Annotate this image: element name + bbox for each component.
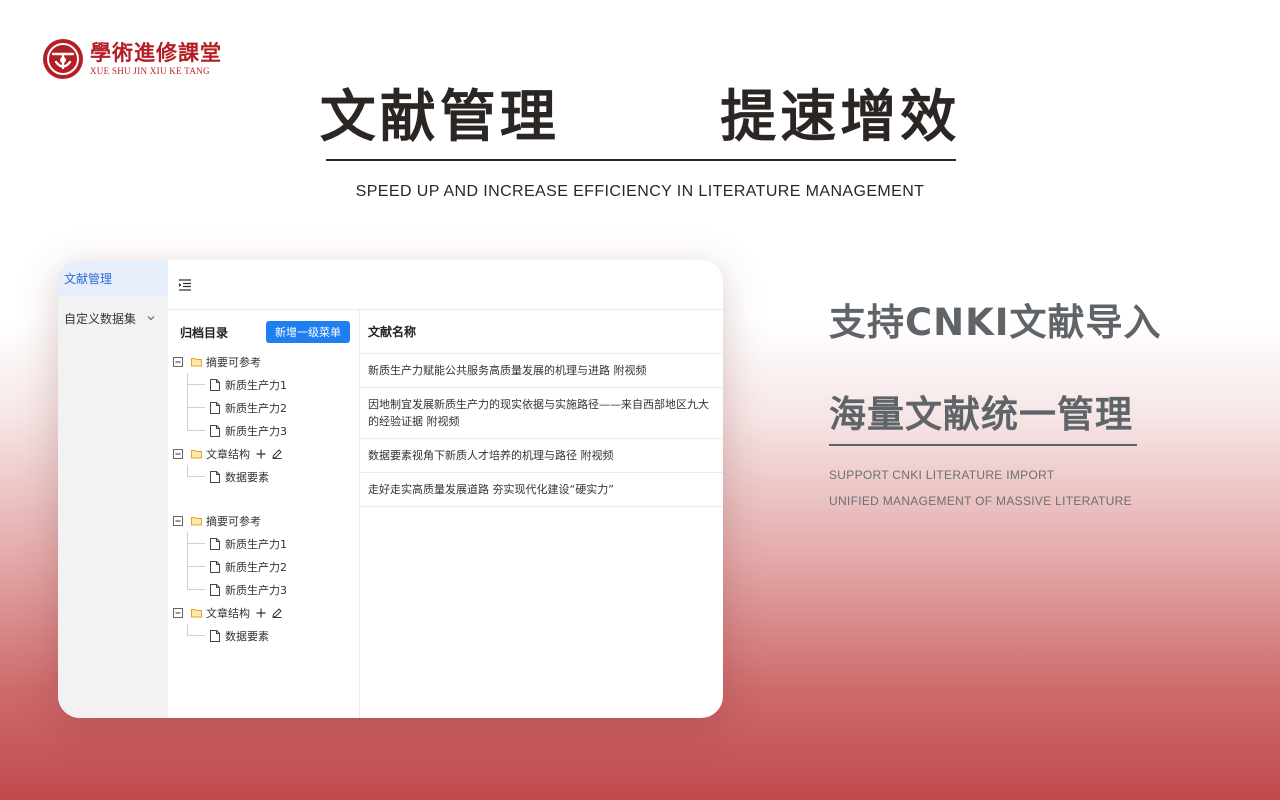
tree-node-label: 摘要可参考 (206, 514, 261, 528)
archive-tree-panel: 归档目录 新增一级菜单 摘要可参考 新质生产力1 新质生产力2 新质生产力3 文… (168, 310, 360, 718)
list-item-title: 走好走实高质量发展道路 夯实现代化建设“硬实力” (368, 483, 614, 496)
topbar (168, 260, 723, 310)
tree-node-folder[interactable]: 摘要可参考 (168, 350, 359, 373)
tree-title: 归档目录 (180, 326, 229, 340)
sidebar-item-label: 自定义数据集 (64, 311, 137, 326)
tree-node-folder[interactable]: 文章结构 (168, 601, 359, 624)
tree-node-file[interactable]: 新质生产力2 (168, 555, 359, 578)
plus-icon[interactable] (256, 608, 266, 618)
folder-open-icon (191, 516, 202, 525)
title-divider (326, 159, 956, 161)
file-icon (210, 401, 220, 414)
tree-node-label: 文章结构 (206, 606, 250, 620)
tree-children: 数据要素 (168, 624, 359, 647)
list-item-title: 新质生产力赋能公共服务高质量发展的机理与进路 附视频 (368, 364, 647, 377)
feature-caption-cnki-import: SUPPORT CNKI LITERATURE IMPORT (829, 468, 1055, 482)
minus-square-icon[interactable] (173, 356, 183, 367)
tree-node-label: 摘要可参考 (206, 355, 261, 369)
tree-node-label: 新质生产力2 (225, 401, 287, 415)
tree-node-label: 数据要素 (225, 629, 269, 643)
minus-square-icon[interactable] (173, 515, 183, 526)
tree-node-label: 数据要素 (225, 470, 269, 484)
list-item-title: 数据要素视角下新质人才培养的机理与路径 附视频 (368, 449, 614, 462)
folder-open-icon (191, 357, 202, 366)
feature-heading-cnki-import: 支持CNKI文献导入 (829, 301, 1162, 344)
tree-node-label: 新质生产力3 (225, 424, 287, 438)
list-item-title: 因地制宜发展新质生产力的现实依据与实施路径——来自西部地区九大 (368, 398, 709, 411)
file-icon (210, 583, 220, 596)
tree-children: 新质生产力1 新质生产力2 新质生产力3 (168, 373, 359, 442)
minus-square-icon[interactable] (173, 448, 183, 459)
tree-node-folder[interactable]: 摘要可参考 (168, 509, 359, 532)
list-item[interactable]: 因地制宜发展新质生产力的现实依据与实施路径——来自西部地区九大 的经验证据 附视… (360, 388, 723, 439)
tree-node-label: 新质生产力2 (225, 560, 287, 574)
app-window: 文献管理 自定义数据集 归档目录 新增一级菜单 摘要可参考 新质生产力1 新质生… (58, 260, 723, 718)
pencil-icon[interactable] (272, 448, 282, 459)
sidebar-item-literature-management[interactable]: 文献管理 (58, 260, 168, 296)
tree-node-folder[interactable]: 文章结构 (168, 442, 359, 465)
tree-node-file[interactable]: 新质生产力1 (168, 373, 359, 396)
sidebar-item-custom-dataset[interactable]: 自定义数据集 (58, 300, 168, 336)
logo-chinese-text: 學術進修課堂 (90, 40, 222, 65)
tree-children: 新质生产力1 新质生产力2 新质生产力3 (168, 532, 359, 601)
archive-tree: 摘要可参考 新质生产力1 新质生产力2 新质生产力3 文章结构 数据要素 摘要可… (168, 350, 359, 647)
file-icon (210, 629, 220, 642)
sidebar: 文献管理 自定义数据集 (58, 260, 168, 718)
tree-node-file[interactable]: 新质生产力3 (168, 419, 359, 442)
add-top-menu-button[interactable]: 新增一级菜单 (266, 321, 350, 343)
chevron-down-icon (147, 316, 155, 321)
file-icon (210, 560, 220, 573)
file-icon (210, 378, 220, 391)
literature-list-panel: 文献名称 新质生产力赋能公共服务高质量发展的机理与进路 附视频 因地制宜发展新质… (360, 310, 723, 718)
plus-icon[interactable] (256, 449, 266, 459)
tree-node-label: 新质生产力1 (225, 378, 287, 392)
file-icon (210, 470, 220, 483)
menu-fold-icon[interactable] (178, 278, 192, 292)
feature-divider (829, 444, 1137, 446)
feature-caption-unified-management: UNIFIED MANAGEMENT OF MASSIVE LITERATURE (829, 494, 1132, 508)
list-item-title: 的经验证据 附视频 (368, 415, 460, 428)
tree-node-label: 新质生产力1 (225, 537, 287, 551)
sidebar-item-label: 文献管理 (64, 271, 113, 286)
file-icon (210, 537, 220, 550)
pencil-icon[interactable] (272, 607, 282, 618)
tree-node-file[interactable]: 新质生产力1 (168, 532, 359, 555)
page-subtitle: SPEED UP AND INCREASE EFFICIENCY IN LITE… (355, 183, 925, 200)
tree-node-label: 文章结构 (206, 447, 250, 461)
tree-node-label: 新质生产力3 (225, 583, 287, 597)
tree-node-file[interactable]: 数据要素 (168, 624, 359, 647)
page-title: 文献管理 提速增效 (319, 85, 961, 150)
tree-node-file[interactable]: 新质生产力3 (168, 578, 359, 601)
tree-children: 数据要素 (168, 465, 359, 488)
folder-open-icon (191, 449, 202, 458)
folder-open-icon (191, 608, 202, 617)
list-item[interactable]: 数据要素视角下新质人才培养的机理与路径 附视频 (360, 439, 723, 473)
minus-square-icon[interactable] (173, 607, 183, 618)
feature-heading-unified-management: 海量文献统一管理 (829, 393, 1133, 436)
list-header: 文献名称 (360, 310, 723, 354)
list-item[interactable]: 新质生产力赋能公共服务高质量发展的机理与进路 附视频 (360, 354, 723, 388)
list-column-title: 文献名称 (368, 325, 417, 339)
list-item[interactable]: 走好走实高质量发展道路 夯实现代化建设“硬实力” (360, 473, 723, 507)
file-icon (210, 424, 220, 437)
tree-node-file[interactable]: 新质生产力2 (168, 396, 359, 419)
tree-node-file[interactable]: 数据要素 (168, 465, 359, 488)
